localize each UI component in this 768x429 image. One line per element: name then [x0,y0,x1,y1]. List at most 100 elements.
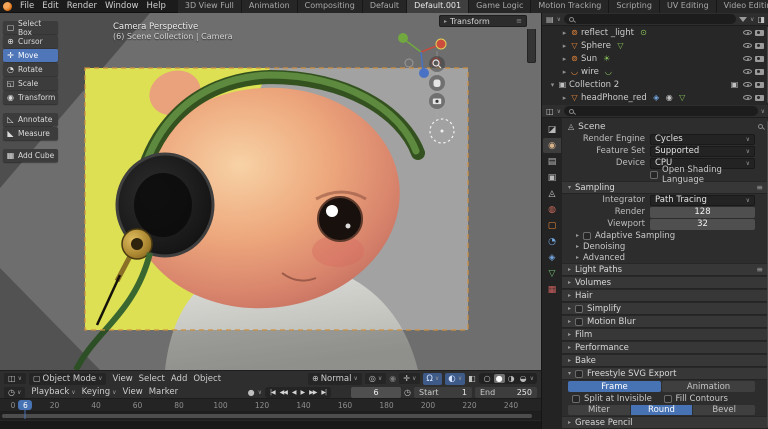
hide-toggle-eye-icon[interactable] [743,30,752,35]
subpanel-denoising[interactable]: ▸ Denoising [562,241,768,252]
jump-start-button[interactable]: |◀ [268,389,277,396]
proportional-edit-icon[interactable]: ◉ [389,374,396,383]
tool-move[interactable]: ✛ Move [3,49,58,62]
menu-select[interactable]: Select [136,374,168,384]
checkbox-icon[interactable] [575,317,584,326]
checkbox-icon[interactable] [575,369,584,378]
render-toggle-camera-icon[interactable] [755,94,764,101]
menu-render[interactable]: Render [63,1,101,11]
tool-select-box[interactable]: ▢ Select Box [3,19,58,37]
expand-arrow-icon[interactable]: ▸ [560,94,569,102]
sidebar-tab[interactable] [527,29,536,63]
round-button[interactable]: Round [630,405,693,415]
viewport-nav-buttons[interactable] [429,56,445,109]
scrollbar-thumb[interactable] [2,414,532,418]
workspace-tab-motion-tracking[interactable]: Motion Tracking [531,0,610,13]
outliner-search[interactable] [563,14,737,24]
menu-view[interactable]: View [109,374,135,384]
expand-arrow-icon[interactable]: ▸ [560,29,569,37]
timeline-ruler[interactable]: 0 20 40 60 80 100 120 140 160 180 200 220 240 6 [0,399,541,419]
workspace-tab-default-001[interactable]: Default.001 [407,0,470,13]
frame-start-field[interactable]: Start 1 [414,386,472,398]
expand-arrow-icon[interactable]: ▸ [560,55,569,63]
properties-tab-world[interactable]: ◍ [543,202,561,217]
panel-film[interactable]: ▸ Film [562,328,768,341]
editor-type-button[interactable]: ◷ ∨ [4,386,26,398]
gizmo-dropdown[interactable]: ✛ ∨ [399,373,421,384]
object-mode-dropdown[interactable]: ▢ Object Mode ∨ [28,372,107,385]
properties-tab-object-data[interactable]: ▽ [543,266,561,281]
outliner-row-wire[interactable]: ▸ ◡ wire ◡ [542,65,766,78]
transform-panel-header[interactable]: ▸ Transform ≡ [439,15,527,27]
properties-tab-tool[interactable]: ◪ [543,122,561,137]
panel-volumes[interactable]: ▸ Volumes [562,276,768,289]
panel-bake[interactable]: ▸ Bake [562,354,768,367]
menu-object[interactable]: Object [190,374,224,384]
render-engine-dropdown[interactable]: Cycles ∨ [650,133,755,145]
play-reverse-button[interactable]: ◀ [290,389,298,396]
workspace-tab-3d-view-full[interactable]: 3D View Full [177,0,242,13]
hide-toggle-eye-icon[interactable] [743,82,752,87]
properties-tab-render[interactable]: ◉ [543,138,561,153]
jump-end-button[interactable]: ▶| [319,389,328,396]
properties-tab-texture[interactable]: ▦ [543,282,561,297]
properties-tab-view-layer[interactable]: ▣ [543,170,561,185]
panel-simplify[interactable]: ▸ Simplify [562,302,768,315]
expand-arrow-icon[interactable]: ▸ [560,42,569,50]
render-restrict-icon[interactable]: ▣ [729,80,740,89]
properties-search[interactable] [563,106,758,116]
tool-transform[interactable]: ◉ Transform [3,91,58,104]
panel-motion-blur[interactable]: ▸ Motion Blur [562,315,768,328]
timeline-scrollbar[interactable] [0,412,541,420]
xray-toggle[interactable]: ◧ [468,374,476,383]
workspace-tab-uv-editing[interactable]: UV Editing [659,0,717,13]
hide-toggle-eye-icon[interactable] [743,43,752,48]
outliner-row-headphone-red[interactable]: ▸ ▽ headPhone_red ◈ ◉ ▽ [542,91,766,104]
properties-tab-scene[interactable]: ◬ [543,186,561,201]
prev-keyframe-button[interactable]: ◀◀ [278,389,289,396]
search-icon[interactable] [758,124,763,129]
panel-grease-pencil[interactable]: ▸ Grease Pencil [562,416,768,429]
menu-file[interactable]: File [16,1,38,11]
panel-performance[interactable]: ▸ Performance [562,341,768,354]
properties-tab-physics[interactable]: ◔ [543,234,561,249]
tool-scale[interactable]: ◱ Scale [3,77,58,90]
render-toggle-camera-icon[interactable] [755,42,764,49]
properties-tab-output[interactable]: ▤ [543,154,561,169]
display-mode-icon[interactable]: ▤ [546,15,554,24]
expand-arrow-icon[interactable]: ▾ [548,81,557,89]
preset-menu-icon[interactable]: ≡ [756,265,763,274]
bevel-button[interactable]: Bevel [693,405,756,415]
workspace-tab-compositing[interactable]: Compositing [297,0,363,13]
viewport-scene[interactable] [0,13,541,370]
frame-end-field[interactable]: End 250 [475,386,537,398]
outliner-row-reflect-light[interactable]: ▸ ⊚ reflect _light ⊙ [542,26,766,39]
play-button[interactable]: ▶ [299,389,307,396]
menu-help[interactable]: Help [142,1,169,11]
editor-type-button[interactable]: ◫ ∨ [4,373,26,384]
render-slider[interactable]: 128 [650,206,755,218]
miter-button[interactable]: Miter [568,405,630,415]
shading-wireframe-button[interactable]: ○ [482,374,493,383]
render-toggle-camera-icon[interactable] [755,55,764,62]
viewport-3d[interactable]: Camera Perspective (6) Scene Collection … [0,13,541,386]
render-toggle-camera-icon[interactable] [755,68,764,75]
filter-icon[interactable] [739,16,748,22]
editor-properties-icon[interactable]: ◫ [546,107,554,116]
menu-playback[interactable]: Playback ∨ [28,387,78,397]
panel-freestyle-svg-export[interactable]: ▾ Freestyle SVG Export [562,367,768,380]
snap-toggle[interactable]: Ω ∨ [423,372,443,385]
menu-view[interactable]: View [120,387,146,397]
tool-rotate[interactable]: ◔ Rotate [3,63,58,76]
orientation-dropdown[interactable]: ⊕ Normal ∨ [308,372,362,385]
tool-cursor[interactable]: ⊕ Cursor [3,35,58,48]
current-frame-field[interactable]: 6 [351,386,402,398]
split-at-invisible-checkbox[interactable]: Split at Invisible [572,393,664,404]
tool-annotate[interactable]: ◺ Annotate [3,113,58,126]
panel-light-paths[interactable]: ▸ Light Paths ≡ [562,263,768,276]
fill-contours-checkbox[interactable]: Fill Contours [663,393,756,404]
preset-menu-icon[interactable]: ≡ [756,183,763,192]
menu-window[interactable]: Window [101,1,143,11]
outliner-row-collection-2[interactable]: ▾ ▣ Collection 2 ▣ [542,78,766,91]
shading-material-button[interactable]: ◑ [506,374,517,383]
